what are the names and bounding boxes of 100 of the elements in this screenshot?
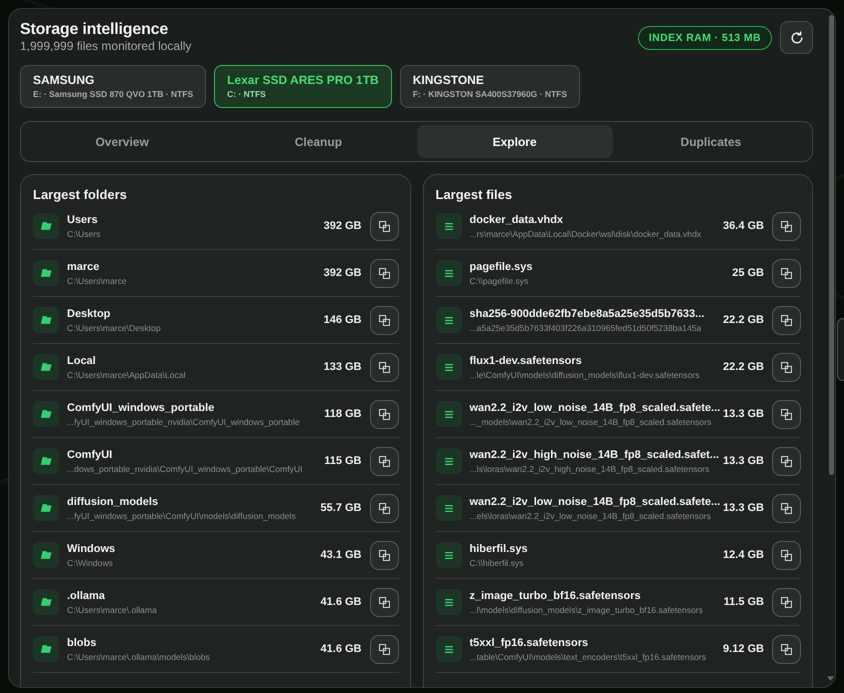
copy-icon	[378, 408, 390, 420]
copy-icon	[378, 362, 390, 372]
folder-icon	[33, 495, 59, 521]
item-size: 25 GB	[732, 267, 764, 279]
item-path: ...fyUI_windows_portable_nvidia\ComfyUI_windows_portable	[67, 416, 300, 428]
scroll-down-arrow-icon[interactable]	[827, 676, 834, 681]
folder-icon	[33, 589, 59, 615]
item-name: blobs	[67, 636, 96, 650]
copy-button[interactable]	[772, 212, 801, 240]
item-name: hiberfil.sys	[470, 542, 528, 556]
item-size: 11.5 GB	[724, 596, 764, 608]
item-path: ...a5a25e35d5b7633f403f226a310965fed51d50f5238ba145a	[470, 322, 702, 334]
item-size: 13.3 GB	[723, 408, 764, 420]
copy-button[interactable]	[772, 540, 801, 570]
copy-button[interactable]	[370, 400, 398, 428]
drive-card[interactable]: Lexar SSD ARES PRO 1TB C: · NTFS	[214, 65, 392, 108]
item-name: ComfyUI	[67, 448, 112, 462]
folder-icon	[33, 636, 59, 662]
drive-card[interactable]: SAMSUNG E: · Samsung SSD 870 QVO 1TB · NTFS	[20, 65, 206, 108]
item-path: C:\Users\marce\Desktop	[67, 322, 161, 334]
copy-button[interactable]	[772, 352, 801, 382]
copy-button[interactable]	[370, 306, 398, 334]
folder-icon	[33, 260, 59, 286]
item-path: C:\Users\marce\AppData\Local	[67, 370, 186, 380]
copy-icon	[781, 644, 792, 654]
item-path: C:\Windows	[67, 558, 113, 568]
item-size: 118 GB	[324, 408, 362, 420]
item-name: sha256-900dde62fb7ebe8a5a25e35d5b7633...	[470, 306, 704, 320]
item-path: C:\\pagefile.sys	[470, 276, 528, 286]
copy-button[interactable]	[370, 258, 398, 288]
index-ram-badge: INDEX RAM · 513 MB	[638, 26, 772, 50]
item-path: ...ls\loras\wan2.2_i2v_high_noise_14B_fp8_scaled.safetensors	[470, 464, 710, 474]
text-lines-icon	[436, 213, 462, 239]
copy-icon	[781, 456, 792, 466]
item-size: 133 GB	[324, 361, 362, 373]
item-path: ..._models\wan2.2_i2v_low_noise_14B_fp8_scaled.safetensors	[470, 416, 712, 428]
item-name: t5xxl_fp16.safetensors	[470, 636, 588, 650]
copy-icon	[378, 220, 390, 232]
copy-button[interactable]	[370, 588, 398, 616]
item-size: 146 GB	[324, 314, 362, 326]
copy-icon	[781, 408, 792, 420]
copy-button[interactable]	[370, 494, 398, 522]
item-size: 12.4 GB	[723, 549, 764, 561]
folder-icon	[33, 354, 59, 380]
copy-icon	[781, 268, 792, 278]
item-path: ...rs\marce\AppData\Local\Docker\wsl\disk\docker_data.vhdx	[470, 228, 702, 240]
copy-button[interactable]	[772, 446, 801, 476]
copy-button[interactable]	[772, 634, 801, 664]
item-name: docker_data.vhdx	[470, 212, 564, 226]
item-size: 36.4 GB	[723, 220, 764, 232]
copy-icon	[781, 362, 792, 372]
item-name: wan2.2_i2v_low_noise_14B_fp8_scaled.safete...	[470, 494, 720, 508]
item-size: 13.3 GB	[723, 455, 764, 467]
tab[interactable]: Cleanup	[220, 125, 416, 158]
item-size: 392 GB	[324, 267, 362, 279]
item-path: ...le\ComfyUI\models\diffusion_models\flux1-dev.safetensors	[470, 370, 700, 380]
copy-button[interactable]	[370, 212, 398, 240]
item-size: 22.2 GB	[723, 361, 764, 373]
text-lines-icon	[436, 354, 462, 380]
copy-button[interactable]	[370, 634, 398, 664]
copy-icon	[781, 220, 792, 232]
panel-title: Largest folders	[33, 187, 128, 203]
item-size: 41.6 GB	[320, 596, 362, 608]
item-path: ...table\ComfyUI\models\text_encoders\t5xxl_fp16.safetensors	[470, 652, 706, 662]
copy-icon	[378, 456, 390, 466]
item-path: C:\Users	[67, 228, 100, 240]
item-name: Local	[67, 354, 96, 368]
item-path: C:\Users\marce\.ollama\models\blobs	[67, 652, 210, 662]
folder-icon	[33, 307, 59, 333]
panel-title: Largest files	[436, 187, 514, 203]
refresh-button[interactable]	[780, 21, 813, 54]
copy-button[interactable]	[772, 494, 801, 522]
copy-icon	[378, 268, 390, 278]
copy-button[interactable]	[370, 352, 398, 382]
item-path: C:\Users\marce	[67, 276, 127, 286]
text-lines-icon	[436, 542, 462, 568]
copy-button[interactable]	[370, 446, 398, 476]
tab[interactable]: Explore	[416, 125, 613, 158]
drive-card[interactable]: KINGSTONE F: · KINGSTON SA400S37960G · NTFS	[400, 65, 580, 108]
tab[interactable]: Duplicates	[612, 125, 809, 158]
copy-icon	[781, 314, 792, 326]
item-name: wan2.2_i2v_low_noise_14B_fp8_scaled.safete...	[470, 400, 720, 414]
copy-button[interactable]	[772, 306, 801, 334]
item-name: Desktop	[67, 306, 110, 320]
copy-button[interactable]	[370, 540, 398, 570]
tab[interactable]: Overview	[24, 125, 220, 158]
text-lines-icon	[436, 448, 462, 474]
copy-icon	[781, 596, 792, 608]
copy-button[interactable]	[772, 400, 801, 428]
item-name: z_image_turbo_bf16.safetensors	[470, 588, 641, 602]
copy-icon	[378, 596, 390, 608]
item-name: marce	[67, 260, 100, 274]
copy-button[interactable]	[772, 588, 801, 616]
window-title: Storage intelligence	[20, 21, 170, 39]
copy-icon	[378, 502, 390, 514]
item-name: Windows	[67, 542, 116, 556]
copy-button[interactable]	[772, 258, 801, 288]
scrollbar-thumb[interactable]	[828, 15, 834, 475]
text-lines-icon	[436, 260, 462, 286]
text-lines-icon	[436, 401, 462, 427]
